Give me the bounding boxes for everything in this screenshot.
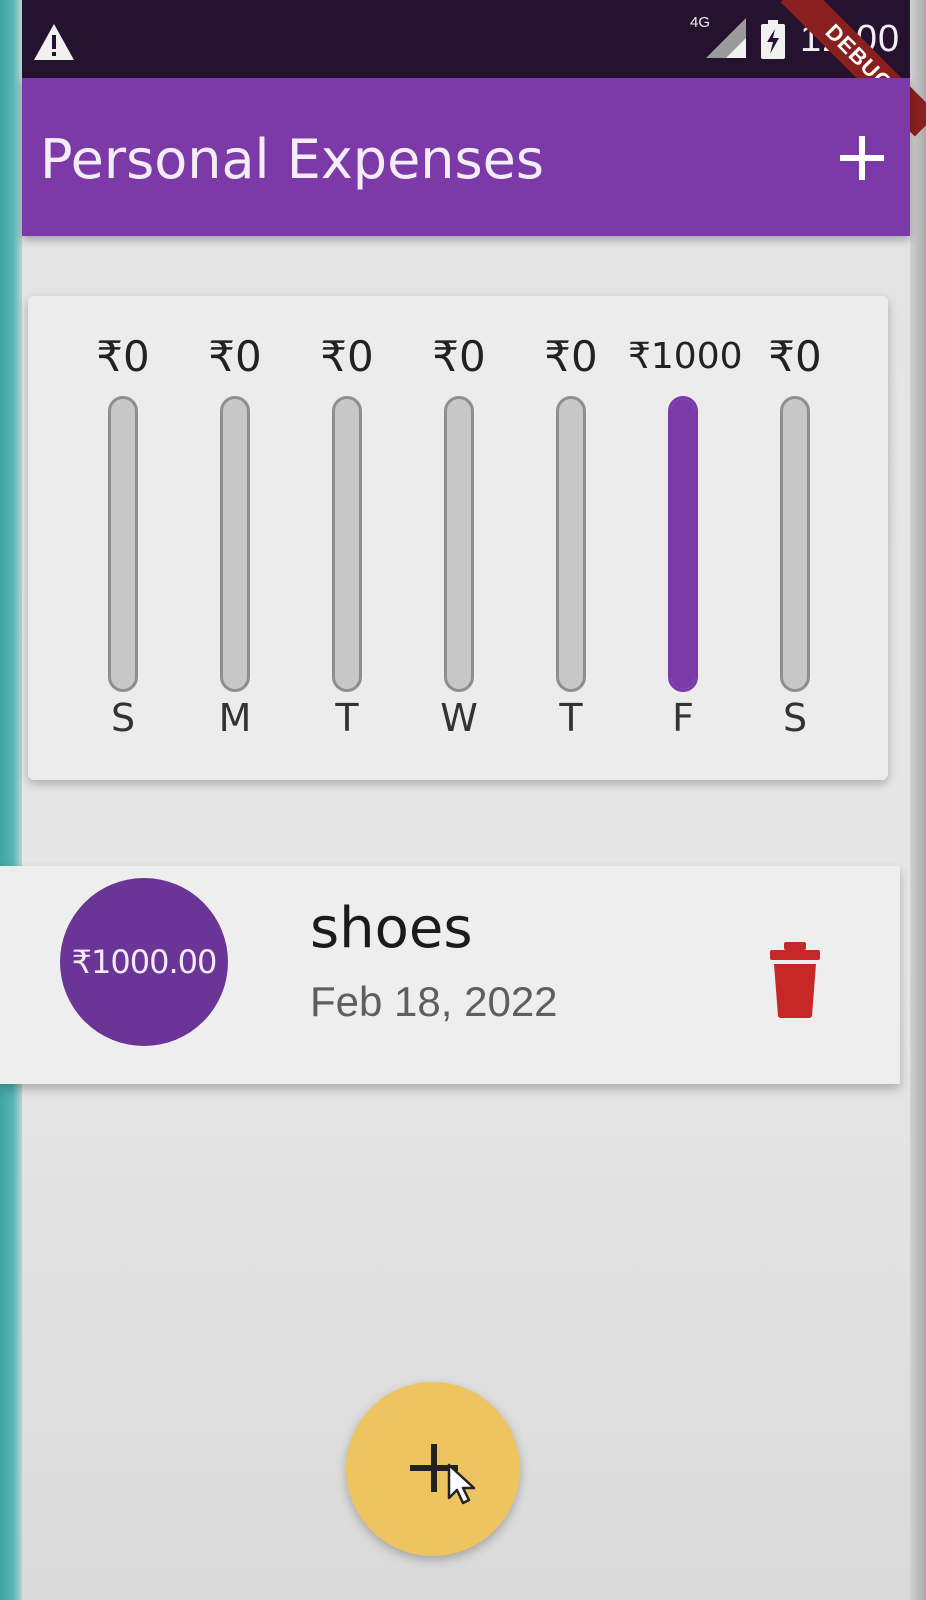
chart-day-label: S (782, 696, 808, 740)
chart-amount-label: ₹1000 (628, 336, 743, 377)
chart-amount-label: ₹0 (768, 332, 822, 381)
battery-charging-icon (761, 20, 785, 59)
chart-bar-track (220, 396, 250, 692)
chart-bar-track (668, 396, 698, 692)
chart-day-label: S (110, 696, 136, 740)
chart-amount-label: ₹0 (432, 332, 486, 381)
page-title: Personal Expenses (40, 128, 545, 191)
chart-day-label: T (335, 696, 359, 740)
chart-day-label: T (559, 696, 583, 740)
chart-bar-track (780, 396, 810, 692)
transaction-card: ₹1000.00 shoes Feb 18, 2022 (0, 866, 900, 1084)
app-bar: Personal Expenses (22, 78, 910, 236)
chart-day-column: ₹0 T (292, 296, 402, 780)
chart-day-column: ₹1000 F (628, 296, 743, 780)
mouse-cursor-icon (447, 1463, 476, 1505)
chart-bar-track (332, 396, 362, 692)
add-expense-button[interactable] (834, 130, 890, 186)
add-transaction-fab[interactable] (346, 1382, 520, 1556)
network-type-label: 4G (690, 14, 711, 31)
transaction-amount: ₹1000.00 (71, 943, 218, 981)
chart-bar-fill (671, 399, 695, 689)
chart-bar-track (556, 396, 586, 692)
plus-icon (840, 136, 884, 180)
device-edge-left (0, 0, 22, 1600)
chart-day-label: W (440, 696, 478, 740)
chart-bar-track (108, 396, 138, 692)
phone-screen: 4G 12:00 DEBUG Personal Expenses ₹0S₹0M₹… (0, 0, 926, 1600)
transaction-date: Feb 18, 2022 (310, 978, 558, 1025)
transaction-title: shoes (310, 896, 473, 961)
chart-amount-label: ₹0 (544, 332, 598, 381)
chart-day-column: ₹0 M (180, 296, 290, 780)
chart-amount-label: ₹0 (208, 332, 262, 381)
chart-day-column: ₹0 W (404, 296, 514, 780)
amount-avatar: ₹1000.00 (60, 878, 228, 1046)
delete-button[interactable] (760, 940, 830, 1020)
signal-icon: 4G (688, 14, 748, 67)
weekly-chart-card: ₹0 S ₹0 M ₹0 T ₹0 W ₹0 T ₹1000 F ₹0 S (28, 296, 888, 780)
chart-bar-track (444, 396, 474, 692)
status-bar: 4G 12:00 DEBUG (22, 0, 926, 137)
chart-day-label: M (218, 696, 252, 740)
chart-day-column: ₹0 S (740, 296, 850, 780)
chart-amount-label: ₹0 (320, 332, 374, 381)
trash-icon (770, 942, 820, 1018)
warning-icon (34, 24, 74, 60)
chart-day-column: ₹0 T (516, 296, 626, 780)
chart-day-column: ₹0 S (68, 296, 178, 780)
chart-day-label: F (672, 696, 694, 740)
chart-amount-label: ₹0 (96, 332, 150, 381)
device-edge-right (910, 0, 926, 1600)
